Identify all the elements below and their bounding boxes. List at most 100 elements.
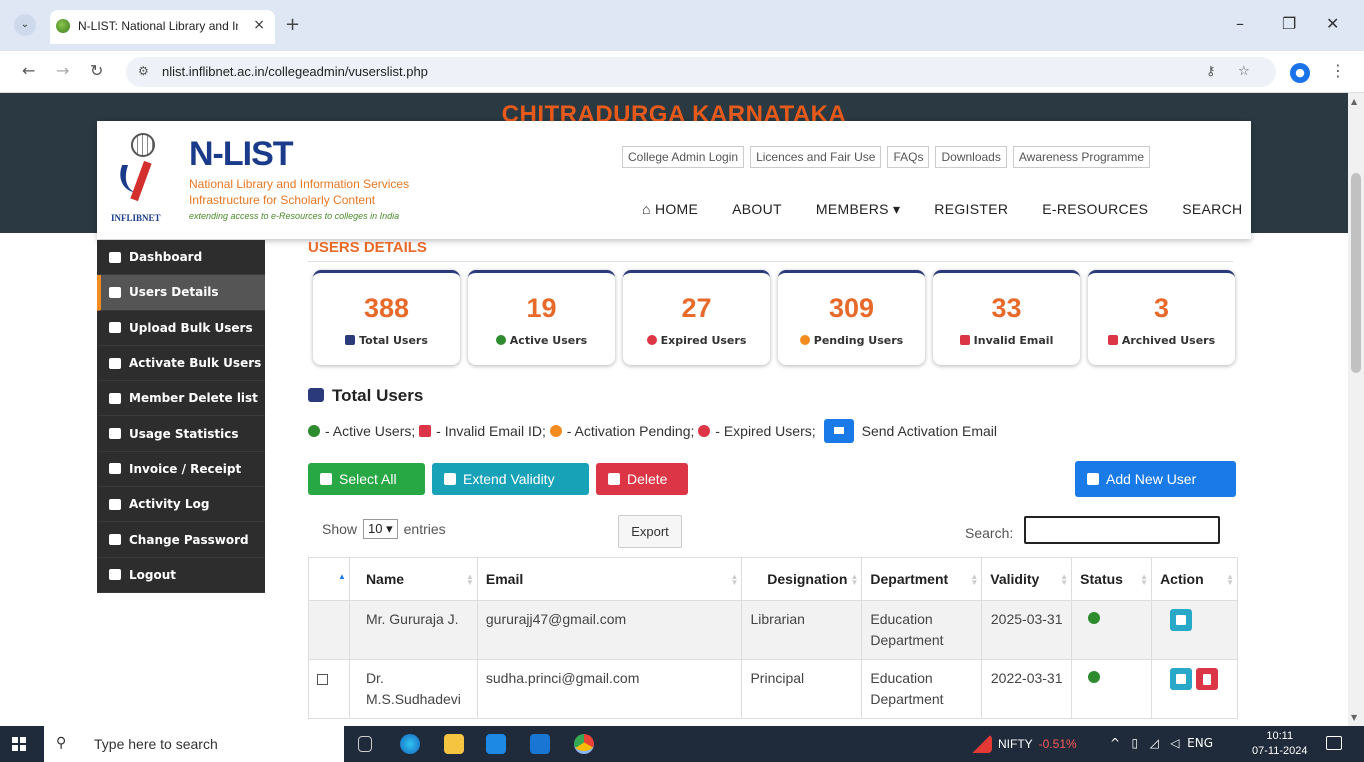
scroll-up-icon[interactable]: ▲ <box>1351 97 1357 106</box>
nifty-widget[interactable]: NIFTY -0.51% <box>998 737 1077 751</box>
column-header-email[interactable]: Email ▲ ▼ <box>476 557 743 601</box>
scroll-thumb[interactable] <box>1351 173 1361 373</box>
export-button[interactable]: Export <box>618 515 682 548</box>
column-header-department[interactable]: Department ▲ ▼ <box>861 557 983 601</box>
sidebar-item-dashboard[interactable]: Dashboard <box>97 240 265 276</box>
bookmark-star-icon[interactable]: ☆ <box>1238 64 1250 79</box>
column-header-validity[interactable]: Validity ▲ ▼ <box>981 557 1073 601</box>
stat-card-total-users[interactable]: 388 Total Users <box>313 270 460 365</box>
pending-icon <box>799 335 810 345</box>
link-awareness[interactable]: Awareness Programme <box>1012 146 1151 168</box>
nav-about[interactable]: ABOUT <box>732 201 782 218</box>
language-indicator[interactable]: ENG <box>1187 736 1213 750</box>
home-icon: ⌂ <box>642 201 655 217</box>
sidebar-item-logout[interactable]: Logout <box>97 558 265 593</box>
stat-card-archived-users[interactable]: 3 Archived Users <box>1088 270 1235 365</box>
nav-e-resources[interactable]: E-RESOURCES <box>1042 201 1148 218</box>
nav-register[interactable]: REGISTER <box>934 201 1008 218</box>
row-checkbox[interactable] <box>317 674 328 685</box>
edge-browser-icon[interactable] <box>400 734 420 754</box>
sidebar-item-change-password[interactable]: Change Password <box>97 522 265 558</box>
entries-label: entries <box>403 521 446 537</box>
tab-close-icon[interactable]: × <box>253 17 265 33</box>
sidebar-item-usage-statistics[interactable]: Usage Statistics <box>97 416 265 452</box>
edit-user-icon[interactable] <box>1170 609 1193 631</box>
url-text[interactable]: nlist.inflibnet.ac.in/collegeadmin/vuser… <box>162 64 428 79</box>
nav-search[interactable]: SEARCH <box>1182 201 1242 218</box>
stat-card-invalid-email[interactable]: 33 Invalid Email <box>933 270 1080 365</box>
tab-list-chevron-icon[interactable]: ⌄ <box>14 14 36 36</box>
cell-name: Mr. Gururaja J. <box>348 600 478 660</box>
sidebar-item-member-delete-list[interactable]: Member Delete list <box>97 381 265 417</box>
search-input[interactable] <box>1024 516 1220 544</box>
mail-icon[interactable] <box>530 734 550 754</box>
site-info-icon[interactable]: ⚙ <box>138 64 149 78</box>
close-window-button[interactable]: ✕ <box>1326 14 1339 33</box>
back-arrow-icon[interactable]: ← <box>22 61 35 80</box>
sidebar-item-activity-log[interactable]: Activity Log <box>97 487 265 523</box>
select-column-header[interactable]: ▲ <box>308 557 350 601</box>
stat-card-pending-users[interactable]: 309 Pending Users <box>778 270 925 365</box>
sidebar-item-invoice-receipt[interactable]: Invoice / Receipt <box>97 452 265 488</box>
file-explorer-icon[interactable] <box>444 734 464 754</box>
windows-start-icon[interactable] <box>12 737 26 751</box>
link-faqs[interactable]: FAQs <box>887 146 930 168</box>
sidebar-item-activate-bulk-users[interactable]: Activate Bulk Users <box>97 346 265 382</box>
browser-menu-icon[interactable]: ⋮ <box>1330 61 1346 80</box>
page-scrollbar[interactable]: ▲ ▼ <box>1348 93 1364 726</box>
battery-icon[interactable]: ▯ <box>1132 736 1139 750</box>
url-field[interactable]: ⚙ nlist.inflibnet.ac.in/collegeadmin/vus… <box>126 57 1276 87</box>
task-view-icon[interactable] <box>358 736 372 752</box>
column-header-designation[interactable]: Designation ▲ ▼ <box>741 557 863 601</box>
taskbar-search[interactable]: ⚲ Type here to search <box>44 726 344 762</box>
extend-validity-button[interactable]: Extend Validity <box>432 463 589 495</box>
maximize-button[interactable]: ❐ <box>1282 14 1296 33</box>
taskbar-clock[interactable]: 10:11 07-11-2024 <box>1252 729 1307 759</box>
volume-icon[interactable]: ◁ <box>1170 736 1179 750</box>
add-new-user-button[interactable]: Add New User <box>1075 461 1236 497</box>
chevron-up-icon[interactable]: ^ <box>1110 736 1120 750</box>
nav-home[interactable]: ⌂ HOME <box>642 201 698 218</box>
tab-title: N-LIST: National Library and Inf <box>78 19 238 33</box>
column-header-status[interactable]: Status ▲ ▼ <box>1071 557 1153 601</box>
select-all-button[interactable]: Select All <box>308 463 425 495</box>
password-key-icon[interactable]: ⚷ <box>1206 64 1216 79</box>
column-header-action[interactable]: Action ▲ ▼ <box>1151 557 1238 601</box>
reload-icon[interactable]: ↻ <box>90 61 103 80</box>
browser-tab[interactable]: N-LIST: National Library and Inf × <box>50 10 275 44</box>
system-tray[interactable]: ^ ▯ ◿ ◁ ENG <box>1110 736 1213 750</box>
column-header-name[interactable]: Name ▲ ▼ <box>348 557 478 601</box>
stat-card-expired-users[interactable]: 27 Expired Users <box>623 270 770 365</box>
entries-select[interactable]: 10 ▾ <box>363 519 398 539</box>
notification-icon[interactable] <box>1326 736 1342 750</box>
new-tab-button[interactable]: + <box>285 14 300 35</box>
forward-arrow-icon[interactable]: → <box>56 61 69 80</box>
minimize-button[interactable]: – <box>1236 14 1244 33</box>
network-icon[interactable]: ◿ <box>1150 736 1159 750</box>
table-row[interactable]: Mr. Gururaja J. gururajj47@gmail.com Lib… <box>308 600 1238 660</box>
clock-time: 10:11 <box>1266 730 1294 742</box>
edit-user-icon[interactable] <box>1170 668 1193 690</box>
sidebar-item-upload-bulk-users[interactable]: Upload Bulk Users <box>97 311 265 346</box>
profile-avatar-icon[interactable]: ● <box>1290 63 1310 83</box>
scroll-down-icon[interactable]: ▼ <box>1351 713 1357 722</box>
table-row[interactable]: Dr. M.S.Sudhadevi sudha.princi@gmail.com… <box>308 659 1238 719</box>
stat-card-active-users[interactable]: 19 Active Users <box>468 270 615 365</box>
sort-icon: ▲ ▼ <box>1226 572 1234 587</box>
link-licences[interactable]: Licences and Fair Use <box>750 146 882 168</box>
chrome-browser-icon[interactable] <box>574 734 594 754</box>
link-downloads[interactable]: Downloads <box>935 146 1007 168</box>
logo-title[interactable]: N-LIST <box>189 135 294 174</box>
nav-members[interactable]: MEMBERS ▾ <box>816 201 900 218</box>
link-college-admin-login[interactable]: College Admin Login <box>622 146 745 168</box>
row-select-cell <box>308 600 350 660</box>
stat-label-row: Archived Users <box>1088 334 1235 347</box>
stat-label-row: Invalid Email <box>933 334 1080 347</box>
sidebar-item-users-details[interactable]: Users Details <box>97 275 265 311</box>
cell-email: gururajj47@gmail.com <box>476 600 743 660</box>
cell-department: Education Department <box>861 600 983 660</box>
table-header-row: ▲ Name ▲ ▼ Email ▲ ▼ Designation ▲ ▼ Departmen… <box>308 557 1238 601</box>
delete-button[interactable]: Delete <box>596 463 688 495</box>
store-icon[interactable] <box>486 734 506 754</box>
delete-user-icon[interactable] <box>1196 668 1219 690</box>
